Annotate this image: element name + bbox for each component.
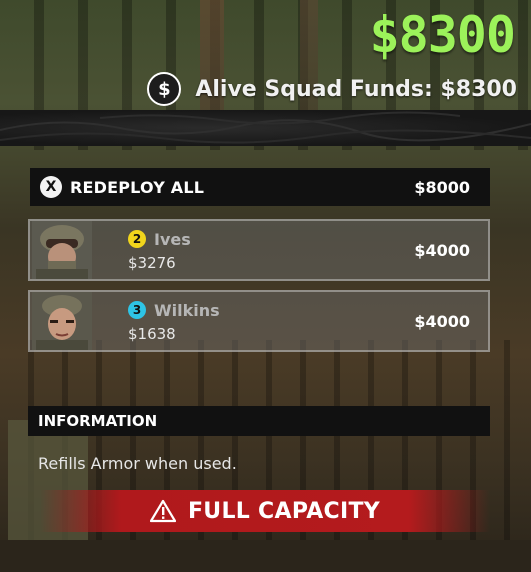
background-floor [0, 540, 531, 572]
member-name: Ives [154, 229, 191, 249]
information-header: INFORMATION [28, 406, 490, 436]
member-money: $1638 [128, 325, 176, 343]
total-funds: $8300 [369, 6, 516, 64]
full-capacity-label: FULL CAPACITY [187, 498, 381, 524]
redeploy-all-cost: $8000 [414, 177, 470, 197]
squad-funds-row: $ Alive Squad Funds: $8300 [147, 72, 517, 106]
member-money: $3276 [128, 254, 176, 272]
soldier-portrait-icon [32, 292, 92, 350]
information-title: INFORMATION [38, 412, 158, 430]
x-button-icon: X [40, 176, 62, 198]
information-description: Refills Armor when used. [38, 454, 237, 473]
squad-member-card[interactable]: 2 Ives $3276 $4000 [28, 219, 490, 281]
member-info: 2 Ives $3276 [128, 228, 191, 272]
warning-icon [149, 499, 176, 523]
dollar-icon: $ [147, 72, 182, 106]
full-capacity-banner: FULL CAPACITY [40, 490, 490, 532]
member-info: 3 Wilkins $1638 [128, 299, 220, 343]
redeploy-all-button[interactable]: X REDEPLOY ALL $8000 [30, 168, 490, 206]
redeploy-all-label: REDEPLOY ALL [70, 177, 205, 197]
player-number-badge: 2 [128, 230, 146, 248]
member-name: Wilkins [154, 300, 220, 320]
redeploy-cost: $4000 [414, 311, 470, 331]
squad-funds-label: Alive Squad Funds: $8300 [195, 76, 517, 102]
topographic-band [0, 110, 531, 146]
player-number-badge: 3 [128, 301, 146, 319]
soldier-portrait-icon [32, 221, 92, 279]
squad-member-card[interactable]: 3 Wilkins $1638 $4000 [28, 290, 490, 352]
redeploy-cost: $4000 [414, 240, 470, 260]
